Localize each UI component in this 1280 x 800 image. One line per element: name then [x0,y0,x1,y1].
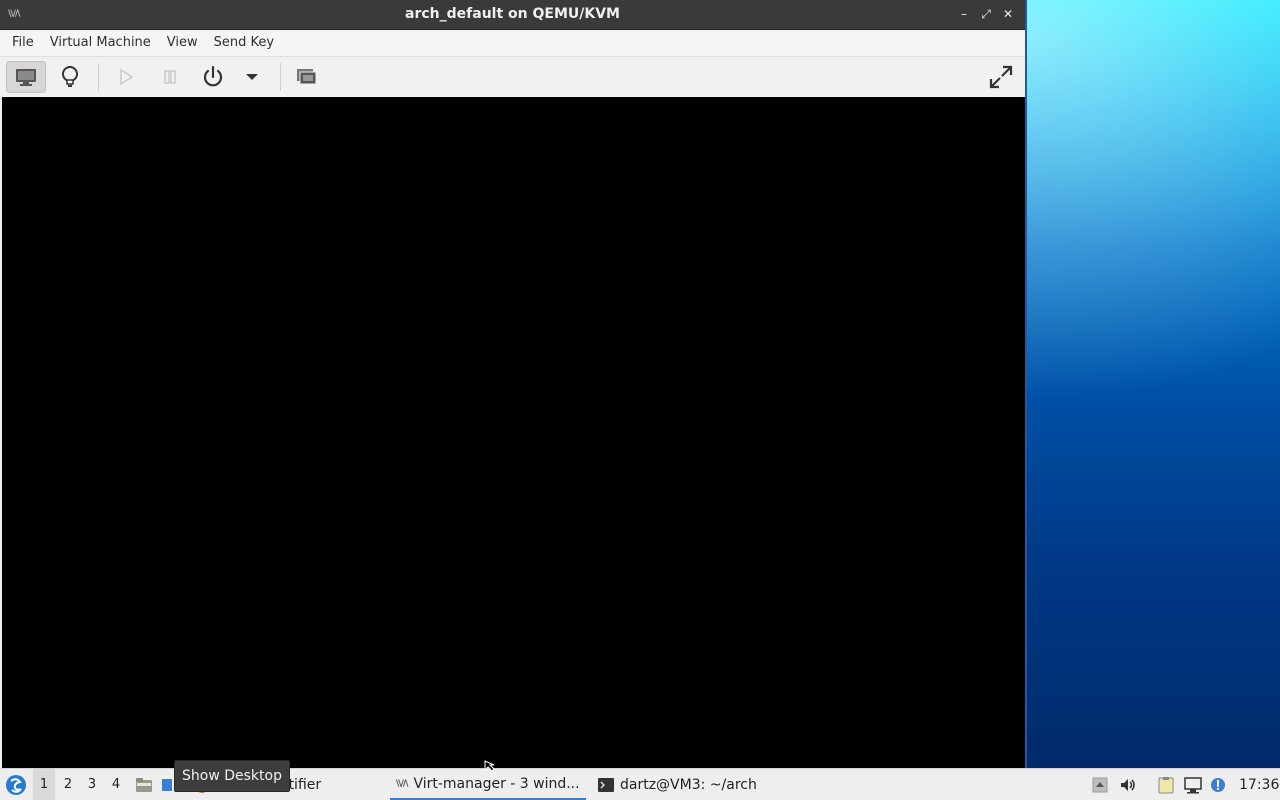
show-desktop-tooltip: Show Desktop [174,760,290,792]
toolbar [0,57,1025,99]
window-titlebar[interactable]: \\//\ arch_default on QEMU/KVM – ⤢ ✕ [0,0,1025,30]
snapshots-button[interactable] [286,61,326,93]
arrow-up-icon [1092,777,1108,792]
menu-virtual-machine[interactable]: Virtual Machine [42,30,159,56]
minimize-button[interactable]: – [955,5,973,23]
close-button[interactable]: ✕ [999,5,1017,23]
tray-expand-button[interactable] [1091,769,1109,800]
network-button[interactable] [1182,769,1204,800]
snapshots-icon [297,69,317,85]
folder-icon [136,777,152,792]
notification-button[interactable] [1209,769,1227,800]
menu-send-key[interactable]: Send Key [206,30,282,56]
fullscreen-icon [989,65,1013,89]
pause-icon [164,70,176,84]
task-virt-manager[interactable]: \\//\ Virt-manager - 3 wind... [390,769,586,800]
details-button[interactable] [50,61,90,93]
pause-button[interactable] [150,61,190,93]
workspace-3[interactable]: 3 [81,769,103,800]
shutdown-button[interactable] [193,61,233,93]
task-label: Virt-manager - 3 wind... [413,775,580,792]
desktop-icon [162,778,172,791]
menu-view[interactable]: View [159,30,206,56]
menu-file[interactable]: File [4,30,42,56]
mouse-cursor-icon [484,760,495,772]
window-title: arch_default on QEMU/KVM [405,6,620,22]
workspace-4[interactable]: 4 [105,769,127,800]
menubar: File Virtual Machine View Send Key [0,30,1025,57]
file-manager-launcher[interactable] [134,769,154,800]
fullscreen-button[interactable] [981,61,1021,93]
notification-icon [1211,777,1225,792]
network-icon [1184,776,1202,793]
start-menu-button[interactable] [4,769,28,800]
show-desktop-button[interactable] [162,769,174,800]
lightbulb-icon [62,66,78,87]
shutdown-menu-button[interactable] [232,61,272,93]
volume-icon [1121,778,1135,791]
play-icon [120,68,134,86]
clock[interactable]: 17:36 [1239,769,1279,800]
vm-console-window: \\//\ arch_default on QEMU/KVM – ⤢ ✕ Fil… [0,0,1027,768]
power-icon [203,65,223,87]
monitor-icon [16,69,36,86]
workspace-2[interactable]: 2 [57,769,79,800]
lxqt-logo-icon [6,774,26,795]
terminal-icon [598,777,614,792]
chevron-down-icon [246,74,258,80]
maximize-button[interactable]: ⤢ [977,5,995,23]
task-label: dartz@VM3: ~/arch [620,776,757,793]
virt-manager-icon: \\//\ [396,778,408,789]
run-button[interactable] [106,61,146,93]
volume-button[interactable] [1119,769,1137,800]
clipboard-button[interactable] [1155,769,1177,800]
vm-display[interactable] [2,97,1025,768]
workspace-1[interactable]: 1 [33,769,55,800]
console-button[interactable] [6,61,46,93]
clipboard-icon [1158,776,1174,793]
task-terminal[interactable]: dartz@VM3: ~/arch [592,769,763,800]
